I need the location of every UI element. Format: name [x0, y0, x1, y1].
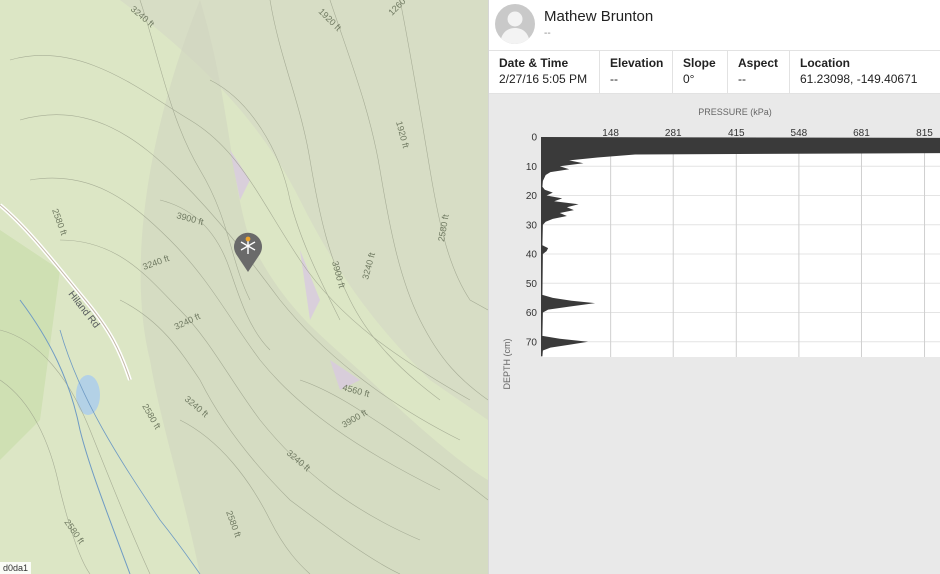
chart-title: PRESSURE (kPa) — [698, 107, 772, 117]
info-label: Slope — [683, 56, 716, 70]
info-slope: Slope 0° — [673, 51, 728, 93]
y-tick-label: 50 — [526, 279, 538, 290]
observation-info-table: Date & Time 2/27/16 5:05 PM Elevation --… — [489, 50, 940, 94]
info-aspect: Aspect -- — [728, 51, 790, 93]
info-label: Date & Time — [499, 56, 569, 70]
map-view[interactable]: 3240 ft 1920 ft 1260 ft 1920 ft 2580 ft … — [0, 0, 488, 574]
observer-subtitle: -- — [544, 28, 551, 39]
info-value: 0° — [683, 72, 695, 86]
observer-profile: Mathew Brunton -- — [489, 0, 940, 46]
y-tick-label: 70 — [526, 337, 538, 348]
y-tick-label: 0 — [531, 133, 537, 144]
plot-area — [541, 140, 940, 357]
x-tick-label: 681 — [853, 128, 870, 139]
info-datetime: Date & Time 2/27/16 5:05 PM — [489, 51, 600, 93]
info-location: Location 61.23098, -149.40671 — [790, 51, 940, 93]
observation-panel: Mathew Brunton -- Date & Time 2/27/16 5:… — [488, 0, 940, 574]
x-tick-label: 815 — [916, 128, 933, 139]
observer-name[interactable]: Mathew Brunton — [544, 8, 653, 25]
user-avatar-icon[interactable] — [495, 4, 535, 44]
y-tick-label: 60 — [526, 308, 538, 319]
y-tick-label: 10 — [526, 162, 538, 173]
info-label: Location — [800, 56, 850, 70]
info-value: -- — [610, 72, 618, 86]
y-tick-label: 30 — [526, 220, 538, 231]
pressure-depth-chart: 0 10 20 30 40 50 60 70 148 281 415 548 681 815 PRESSU… — [489, 94, 940, 574]
topographic-map: 3240 ft 1920 ft 1260 ft 1920 ft 2580 ft … — [0, 0, 488, 574]
y-axis-title: DEPTH (cm) — [502, 339, 512, 390]
info-value: -- — [738, 72, 746, 86]
pressure-depth-chart-svg: 0 10 20 30 40 50 60 70 148 281 415 548 681 815 PRESSU… — [502, 107, 940, 390]
info-label: Aspect — [738, 56, 779, 70]
x-tick-label: 148 — [602, 128, 619, 139]
map-attribution[interactable]: d0da1 — [0, 562, 32, 574]
x-tick-label: 415 — [728, 128, 745, 139]
info-value: 2/27/16 5:05 PM — [499, 72, 588, 86]
y-tick-label: 40 — [526, 250, 538, 261]
x-tick-label: 281 — [665, 128, 682, 139]
info-elevation: Elevation -- — [600, 51, 673, 93]
info-label: Elevation — [610, 56, 664, 70]
info-value: 61.23098, -149.40671 — [800, 72, 918, 86]
x-tick-label: 548 — [791, 128, 808, 139]
y-tick-label: 20 — [526, 191, 538, 202]
